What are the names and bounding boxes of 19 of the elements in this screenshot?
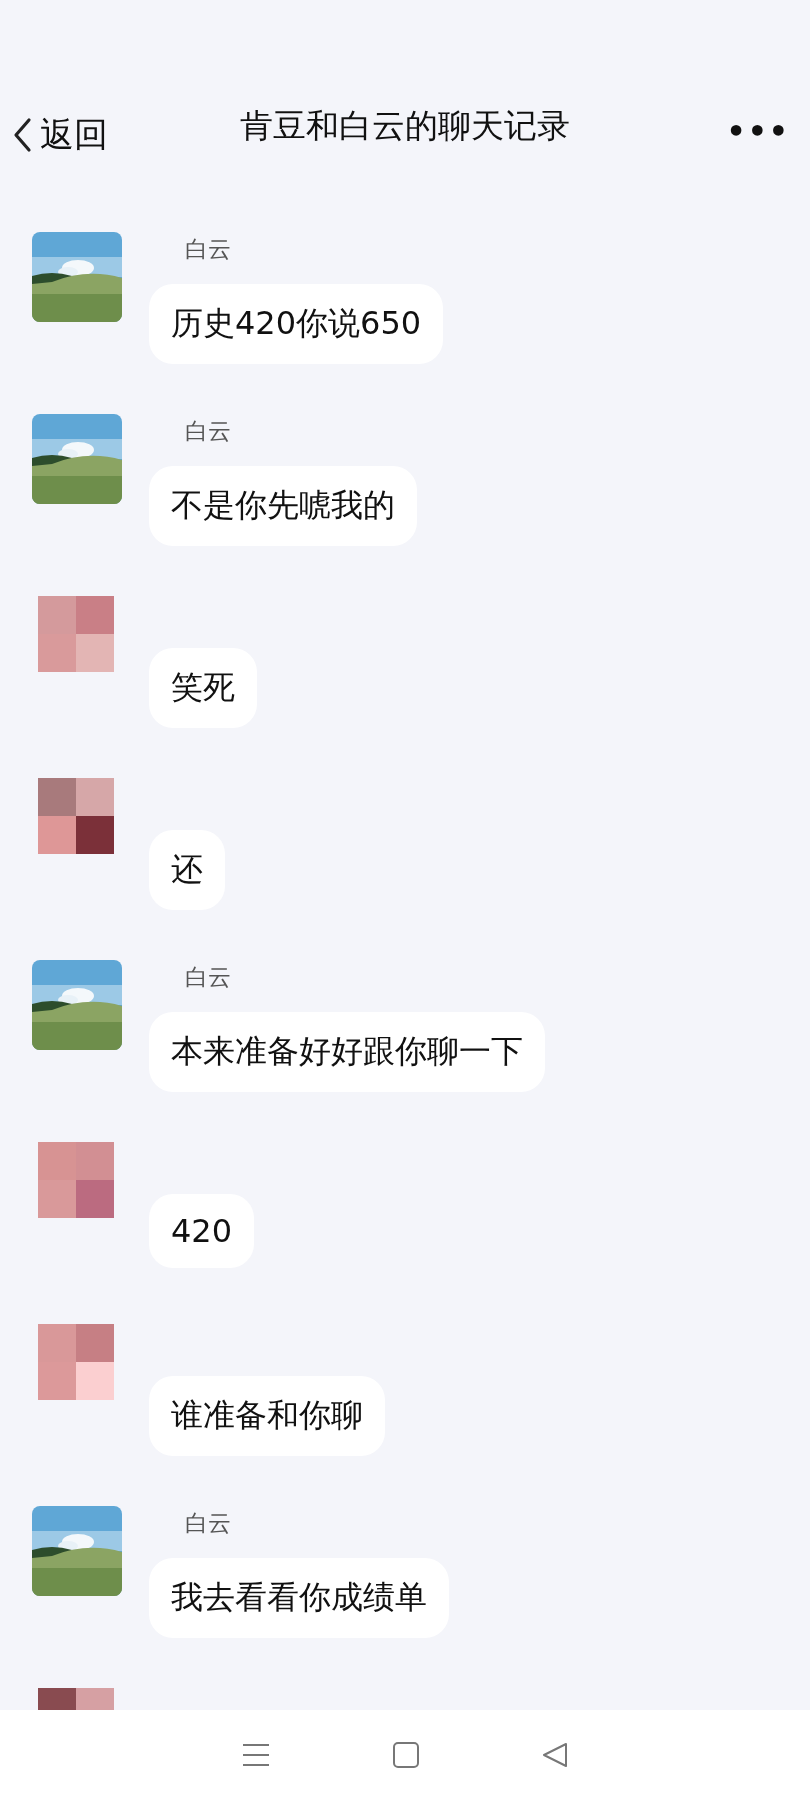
sender-name: 白云 [185,963,231,992]
message-bubble: 420 [149,1194,255,1268]
message-bubble: 历史420你说650 [149,284,444,364]
chat-title: 肯豆和白云的聊天记录 [240,105,570,147]
message-bubble: 笑死 [149,648,257,728]
more-button[interactable]: ••• [726,112,790,149]
back-button[interactable]: 返回 [12,112,108,158]
back-triangle-icon[interactable] [541,1741,570,1769]
message-bubble: 还 [149,830,225,910]
message-bubble: 谁准备和你聊 [149,1376,385,1456]
message-bubble: 我去看看你成绩单 [149,1558,449,1638]
sender-name: 白云 [185,1509,231,1538]
message-bubble: 本来准备好好跟你聊一下 [149,1012,545,1092]
sender-name: 白云 [185,417,231,446]
message-bubble: 不是你先唬我的 [149,466,417,546]
sender-name: 白云 [185,235,231,264]
menu-icon[interactable] [240,1743,271,1767]
home-square-icon[interactable] [392,1741,420,1769]
back-chevron-icon [12,117,32,153]
